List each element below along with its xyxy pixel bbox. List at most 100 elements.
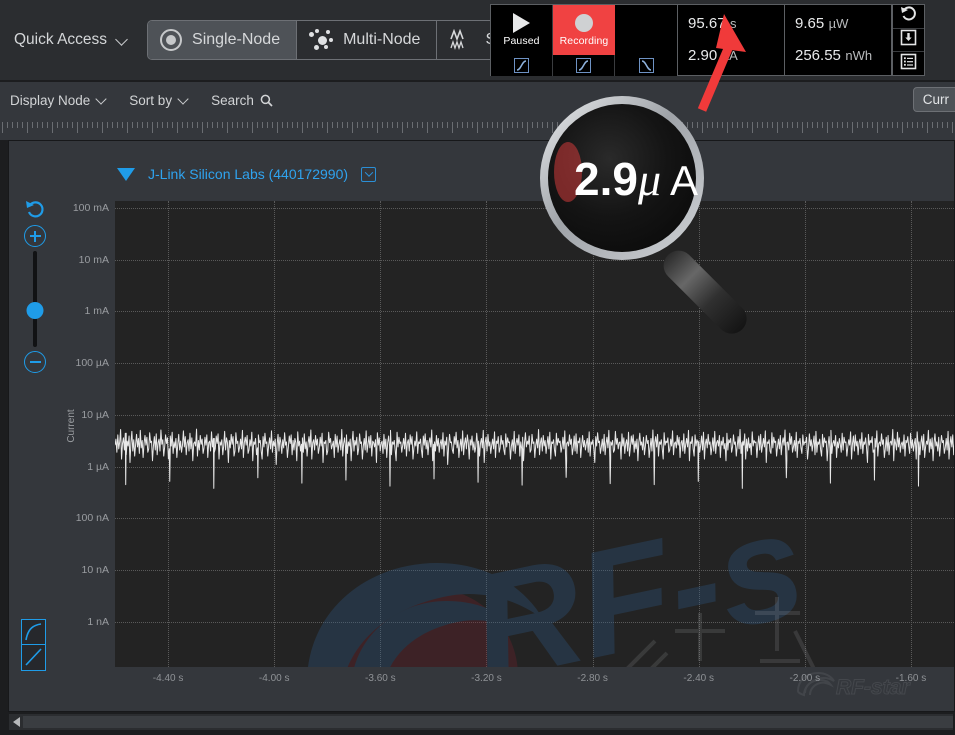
ruler-tick xyxy=(147,122,148,128)
ruler-tick xyxy=(312,122,313,128)
ruler-tick xyxy=(177,122,178,133)
ruler-tick xyxy=(542,122,543,128)
trigger-mode-button-1[interactable] xyxy=(491,55,553,76)
readout-column-left: 95.67 s 2.90 µA xyxy=(678,5,785,75)
ruler-tick xyxy=(282,122,283,128)
tab-single-node[interactable]: Single-Node xyxy=(148,21,297,59)
collapse-triangle-icon[interactable] xyxy=(117,168,135,181)
curve-log-button[interactable] xyxy=(21,619,46,645)
readout-current-unit: µA xyxy=(722,48,738,63)
power-profiler-window: Quick Access Single-Node Multi-Node xyxy=(0,0,955,735)
x-axis-tick-label: -4.40 s xyxy=(153,673,184,684)
pause-button[interactable]: Paused xyxy=(491,5,553,55)
ruler-tick xyxy=(857,122,858,128)
ruler-tick xyxy=(707,122,708,128)
ruler-tick xyxy=(82,122,83,128)
ruler-tick xyxy=(717,122,718,128)
ruler-tick xyxy=(47,122,48,128)
sort-by-dropdown[interactable]: Sort by xyxy=(129,93,189,108)
reset-button[interactable] xyxy=(893,5,924,29)
ruler-tick xyxy=(252,122,253,133)
utility-icon-column xyxy=(892,5,924,75)
ruler-tick xyxy=(597,122,598,128)
ruler-tick xyxy=(872,122,873,128)
display-node-dropdown[interactable]: Display Node xyxy=(10,93,107,108)
curve-linear-button[interactable] xyxy=(21,645,46,671)
ruler-tick xyxy=(422,122,423,128)
pause-button-label: Paused xyxy=(503,35,539,47)
ruler-tick xyxy=(492,122,493,128)
x-axis-tick-label: -2.40 s xyxy=(683,673,714,684)
quick-access-label: Quick Access xyxy=(14,31,107,49)
ruler-tick xyxy=(942,122,943,128)
ruler-tick xyxy=(927,122,928,133)
current-trace xyxy=(115,201,954,667)
play-icon xyxy=(513,13,530,33)
ruler-tick xyxy=(7,122,8,128)
sort-by-label: Sort by xyxy=(129,93,172,108)
ruler-tick xyxy=(627,122,628,133)
ruler-tick xyxy=(402,122,403,133)
ruler-tick xyxy=(142,122,143,128)
search-control[interactable]: Search xyxy=(211,93,273,108)
readout-column-right: 9.65 µW 256.55 nWh xyxy=(785,5,892,75)
ruler-tick xyxy=(152,122,153,133)
y-axis-tick-label: 100 nA xyxy=(76,512,109,524)
reset-zoom-button[interactable] xyxy=(17,199,53,219)
ruler-tick xyxy=(297,122,298,128)
trigger-mode-button-2[interactable] xyxy=(553,55,615,76)
ruler-tick xyxy=(532,122,533,128)
trigger-mode-button-3[interactable] xyxy=(615,55,677,76)
ruler-strip xyxy=(0,118,955,140)
ruler-tick xyxy=(332,122,333,128)
zoom-slider[interactable] xyxy=(33,251,37,347)
ruler-tick xyxy=(782,122,783,128)
ruler-tick xyxy=(462,122,463,128)
zoom-out-button[interactable] xyxy=(17,351,53,373)
ruler-tick xyxy=(2,122,3,133)
ruler-tick xyxy=(267,122,268,128)
ruler-tick xyxy=(907,122,908,128)
current-metric-button[interactable]: Curr xyxy=(913,87,955,112)
ruler-tick xyxy=(822,122,823,128)
node-options-icon[interactable] xyxy=(361,167,376,182)
save-export-button[interactable] xyxy=(893,29,924,53)
ruler-tick xyxy=(852,122,853,133)
filter-toolbar: Display Node Sort by Search Curr xyxy=(0,82,955,118)
ruler-tick xyxy=(617,122,618,128)
y-axis-tick-label: 100 µA xyxy=(76,357,110,369)
ruler-tick xyxy=(522,122,523,128)
ruler-tick xyxy=(447,122,448,128)
log-list-button[interactable] xyxy=(893,52,924,75)
zoom-slider-thumb[interactable] xyxy=(27,302,44,319)
horizontal-scrollbar[interactable] xyxy=(9,714,953,730)
current-plot[interactable]: RF-s xyxy=(115,201,954,667)
ruler-tick xyxy=(552,122,553,133)
ruler-tick xyxy=(727,122,728,133)
ruler-tick xyxy=(732,122,733,128)
ruler-tick xyxy=(472,122,473,128)
zoom-in-button[interactable] xyxy=(17,225,53,247)
ruler-tick xyxy=(682,122,683,128)
quick-access-menu[interactable]: Quick Access xyxy=(14,31,129,49)
ruler-tick xyxy=(577,122,578,133)
ruler-tick xyxy=(847,122,848,128)
ruler-tick xyxy=(672,122,673,128)
tab-multi-node[interactable]: Multi-Node xyxy=(297,21,437,59)
record-button[interactable]: Recording xyxy=(553,5,615,55)
ruler-tick xyxy=(917,122,918,128)
ruler-tick xyxy=(517,122,518,128)
ruler-tick xyxy=(67,122,68,128)
single-node-icon xyxy=(160,29,182,51)
step-response-2-icon xyxy=(576,58,591,73)
ruler-tick xyxy=(397,122,398,128)
ruler-tick xyxy=(452,122,453,133)
ruler-tick xyxy=(157,122,158,128)
curve-log-icon xyxy=(22,620,45,644)
ruler-tick xyxy=(912,122,913,128)
ruler-tick xyxy=(207,122,208,128)
y-axis-tick-label: 10 µA xyxy=(81,409,109,421)
ruler-tick xyxy=(737,122,738,128)
scrollbar-thumb[interactable] xyxy=(23,716,953,728)
scroll-left-button[interactable] xyxy=(9,714,23,730)
